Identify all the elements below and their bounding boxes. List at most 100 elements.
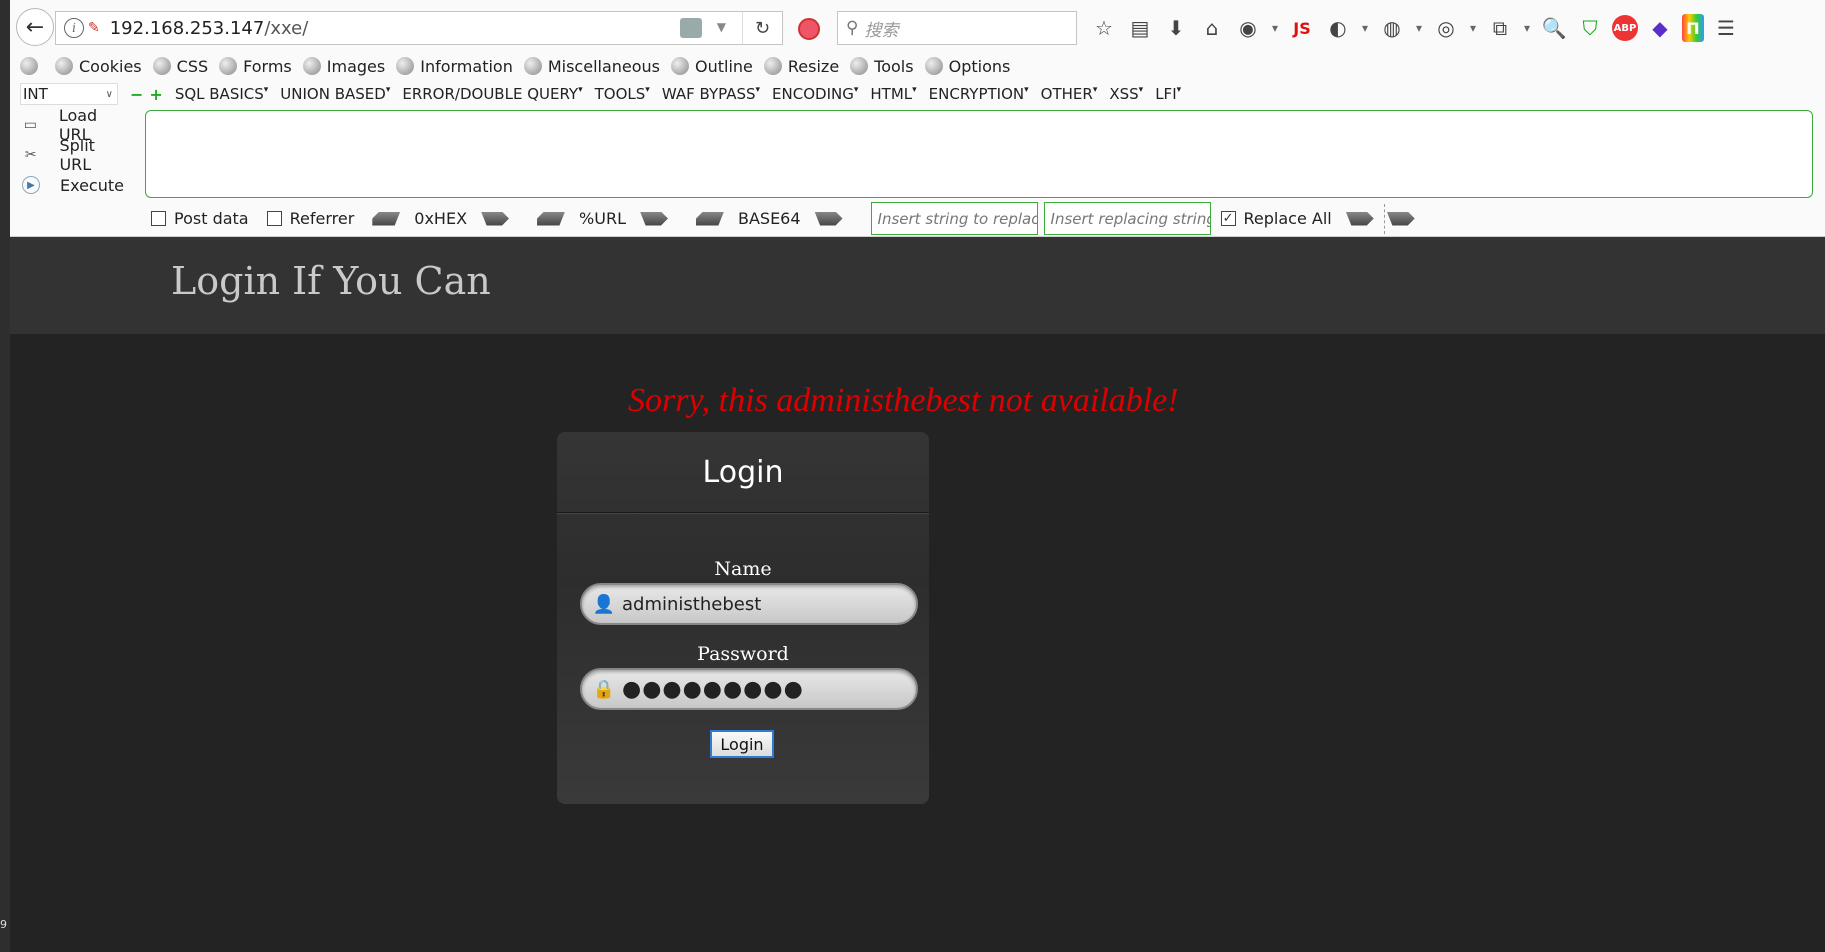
menu-error-double-query[interactable]: ERROR/DOUBLE QUERY▾ xyxy=(402,85,582,103)
execute-button[interactable]: ▶ Execute xyxy=(20,170,130,200)
menu-label: ENCODING xyxy=(772,85,854,103)
menu-label: UNION BASED xyxy=(280,85,386,103)
length-controls: − + xyxy=(130,85,163,104)
devbar-item-forms[interactable]: Forms xyxy=(219,57,292,76)
replace-string-input[interactable]: Insert string to replace xyxy=(870,202,1038,235)
chevron-down-icon[interactable]: ▼ xyxy=(717,20,726,34)
devbar-settings[interactable] xyxy=(20,57,44,75)
back-button[interactable]: ← xyxy=(16,8,54,46)
chevron-down-icon[interactable]: ▾ xyxy=(1522,14,1532,42)
translate-icon[interactable]: ◐ xyxy=(1324,14,1352,42)
devbar-item-miscellaneous[interactable]: Miscellaneous xyxy=(523,57,660,76)
bookmark-star-icon[interactable]: ☆ xyxy=(1090,14,1118,42)
shield-icon[interactable]: ⛉ xyxy=(1576,14,1604,42)
menu-union-based[interactable]: UNION BASED▾ xyxy=(280,85,390,103)
download-icon[interactable]: ⬇ xyxy=(1162,14,1190,42)
replace-run-arrow-icon[interactable] xyxy=(1386,211,1415,226)
encode-left-arrow-icon[interactable] xyxy=(372,211,401,226)
inspect-icon[interactable]: 🔍 xyxy=(1540,14,1568,42)
login-button[interactable]: Login xyxy=(710,730,774,758)
minus-icon[interactable]: − xyxy=(130,85,143,104)
devbar-item-resize[interactable]: Resize xyxy=(763,56,840,76)
referrer-label: Referrer xyxy=(289,209,355,228)
url-text[interactable]: 192.168.253.147/xxe/ xyxy=(110,18,309,39)
menu-waf-bypass[interactable]: WAF BYPASS▾ xyxy=(662,85,760,103)
extension-icon[interactable]: Π xyxy=(1682,14,1704,42)
menu-tools[interactable]: TOOLS▾ xyxy=(595,85,650,103)
menu-xss[interactable]: XSS▾ xyxy=(1109,85,1143,103)
menu-other[interactable]: OTHER▾ xyxy=(1041,85,1098,103)
replace-all-checkbox[interactable]: ✓ Replace All xyxy=(1220,209,1332,228)
proxy-icon[interactable]: ◎ xyxy=(1432,14,1460,42)
password-field[interactable]: 🔒 ●●●●●●●●● xyxy=(580,668,918,710)
hackbar-menu: INT ∨ − + SQL BASICS▾ UNION BASED▾ ERROR/… xyxy=(20,83,1193,105)
devbar-label: Information xyxy=(420,56,513,76)
decode-right-arrow-icon[interactable] xyxy=(639,211,668,226)
chevron-down-icon[interactable]: ▾ xyxy=(1270,14,1280,42)
devbar-label: Resize xyxy=(787,56,840,76)
name-field[interactable]: 👤 administhebest xyxy=(580,583,918,625)
hex-label: 0xHEX xyxy=(414,209,468,228)
devbar-item-images[interactable]: Images xyxy=(302,56,386,76)
replacing-string-input[interactable]: Insert replacing string xyxy=(1043,202,1211,235)
decode-right-arrow-icon[interactable] xyxy=(814,211,843,226)
menu-label: ERROR/DOUBLE QUERY xyxy=(402,85,579,103)
plus-icon[interactable]: + xyxy=(149,85,162,104)
noscript-icon[interactable] xyxy=(798,18,820,40)
menu-html[interactable]: HTML▾ xyxy=(870,85,916,103)
post-data-checkbox[interactable]: Post data xyxy=(151,209,249,228)
toolbar-icons: ☆ ▤ ⬇ ⌂ ◉ ▾ JS ◐ ▾ ◍ ▾ ◎ ▾ ⧉ ▾ 🔍 ⛉ ABP ◆… xyxy=(1090,12,1740,44)
globe-icon xyxy=(924,57,943,75)
page-title: Login If You Can xyxy=(171,259,491,303)
reading-list-icon[interactable]: ▤ xyxy=(1126,14,1154,42)
menu-label: HTML xyxy=(870,85,913,103)
checkbox-checked: ✓ xyxy=(1220,211,1236,226)
encode-left-arrow-icon[interactable] xyxy=(695,211,724,226)
home-icon[interactable]: ⌂ xyxy=(1198,14,1226,42)
encode-left-arrow-icon[interactable] xyxy=(537,211,566,226)
menu-label: SQL BASICS xyxy=(174,85,264,103)
devbar-item-tools[interactable]: Tools xyxy=(850,57,914,76)
adblock-icon[interactable]: ABP xyxy=(1612,15,1638,41)
referrer-checkbox[interactable]: Referrer xyxy=(266,209,355,228)
globe-icon xyxy=(152,57,171,75)
login-form: Login Name 👤 administhebest Password 🔒 ●… xyxy=(557,432,929,804)
reload-button[interactable]: ↻ xyxy=(742,12,782,44)
left-edge-strip: 9 xyxy=(0,0,10,952)
devbar-label: Images xyxy=(326,56,386,76)
menu-label: OTHER xyxy=(1040,85,1093,103)
devbar-item-information[interactable]: Information xyxy=(396,57,513,76)
menu-lfi[interactable]: LFI▾ xyxy=(1155,85,1181,103)
menu-sql-basics[interactable]: SQL BASICS▾ xyxy=(175,85,268,103)
search-input[interactable]: ⚲ 搜索 xyxy=(837,11,1077,45)
chevron-down-icon[interactable]: ▾ xyxy=(1360,14,1370,42)
devbar-item-options[interactable]: Options xyxy=(924,57,1010,76)
screenshot-icon[interactable]: ⧉ xyxy=(1486,14,1514,42)
address-bar[interactable]: i ✎ 192.168.253.147/xxe/ ▼ ↻ xyxy=(55,11,783,45)
chevron-down-icon[interactable]: ▾ xyxy=(1468,14,1478,42)
js-toggle-icon[interactable]: JS xyxy=(1288,14,1316,42)
page-action-icon[interactable] xyxy=(680,18,702,38)
type-select[interactable]: INT ∨ xyxy=(20,83,118,105)
menu-encryption[interactable]: ENCRYPTION▾ xyxy=(929,85,1029,103)
hackbar-options: Post data Referrer 0xHEX %URL BASE64 Ins… xyxy=(151,202,1415,235)
diamond-icon[interactable]: ◆ xyxy=(1646,14,1674,42)
menu-icon[interactable]: ☰ xyxy=(1712,14,1740,42)
devbar-item-outline[interactable]: Outline xyxy=(671,57,753,76)
globe-icon[interactable]: ◉ xyxy=(1234,14,1262,42)
devbar-item-cookies[interactable]: Cookies xyxy=(55,57,142,76)
hackbar-url-textarea[interactable] xyxy=(145,110,1813,198)
page-header: Login If You Can xyxy=(10,237,1825,334)
devbar-item-css[interactable]: CSS xyxy=(152,57,208,76)
user-icon: 👤 xyxy=(592,593,616,615)
decode-right-arrow-icon[interactable] xyxy=(481,211,510,226)
chevron-down-icon[interactable]: ▾ xyxy=(1414,14,1424,42)
devbar-label: Outline xyxy=(695,56,753,76)
palette-icon[interactable]: ◍ xyxy=(1378,14,1406,42)
info-icon[interactable]: i xyxy=(64,18,84,38)
globe-icon xyxy=(55,57,73,75)
split-url-button[interactable]: ✂ Split URL xyxy=(20,136,130,174)
menu-encoding[interactable]: ENCODING▾ xyxy=(772,85,858,103)
globe-icon xyxy=(523,57,542,75)
replace-right-arrow-icon[interactable] xyxy=(1345,211,1374,226)
